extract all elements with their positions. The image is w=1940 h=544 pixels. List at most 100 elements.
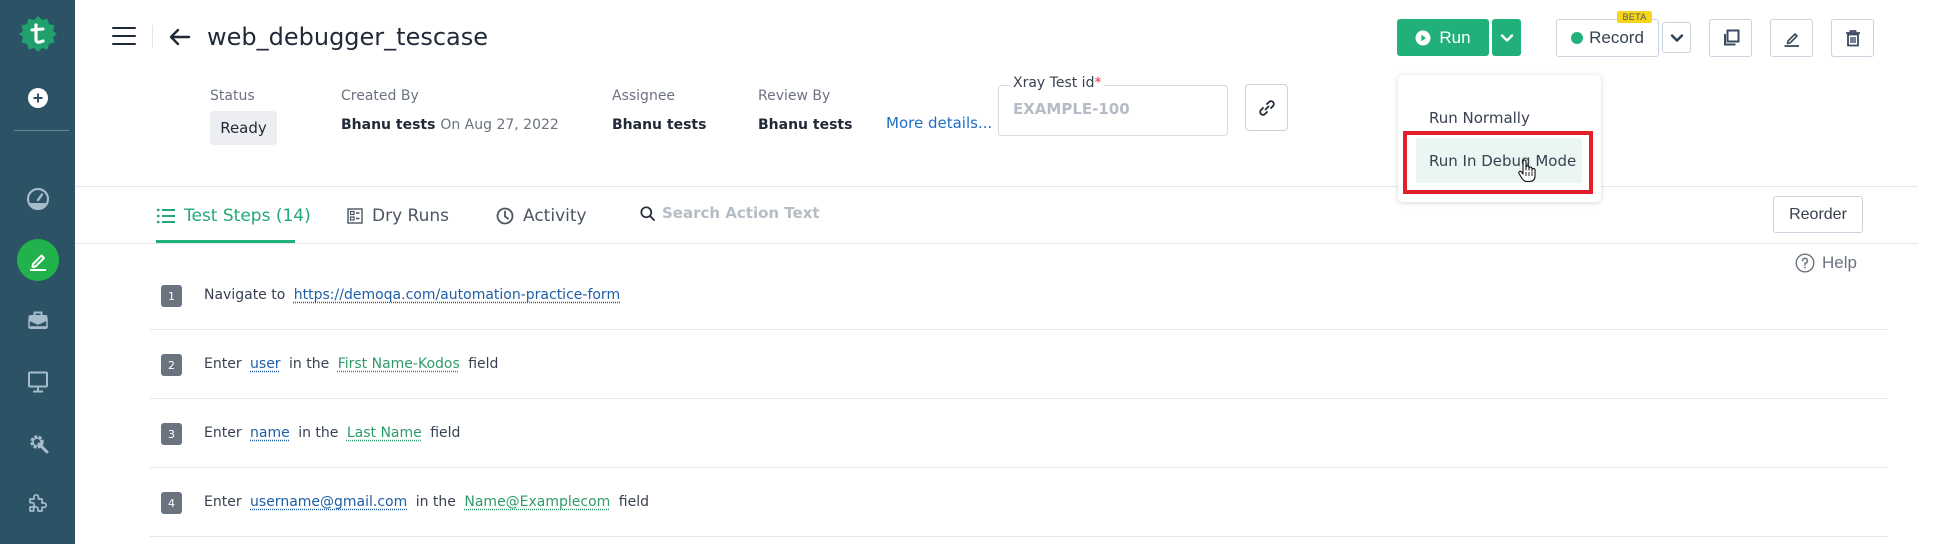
tab-test-steps[interactable]: Test Steps (14) [157, 203, 311, 229]
clock-icon [496, 207, 514, 225]
step-text: Enter user in the First Name-Kodos field [204, 356, 498, 372]
created-by-value: Bhanu tests On Aug 27, 2022 [341, 117, 559, 133]
step-test-data[interactable]: username@gmail.com [250, 494, 407, 510]
step-number: 4 [161, 492, 182, 514]
run-button[interactable]: Run [1397, 19, 1489, 56]
edit-button[interactable] [1770, 19, 1813, 57]
step-test-data[interactable]: name [250, 425, 290, 441]
created-on-date: On Aug 27, 2022 [440, 117, 559, 133]
review-by-label: Review By [758, 88, 831, 104]
copy-button[interactable] [1709, 19, 1752, 57]
step-action-text: Enter [204, 494, 242, 510]
run-options-menu: Run Normally Run In Debug Mode [1398, 75, 1601, 202]
step-action-text: in the [415, 494, 456, 510]
run-options-dropdown-button[interactable] [1492, 19, 1521, 56]
test-step-row[interactable]: 3 Enter name in the Last Name field [150, 398, 1888, 468]
review-by-value: Bhanu tests [758, 117, 853, 133]
step-text: Enter username@gmail.com in the Name@Exa… [204, 494, 649, 510]
step-action-text: Navigate to [204, 287, 286, 303]
tab-activity[interactable]: Activity [496, 203, 587, 229]
created-by-label: Created By [341, 88, 419, 104]
header-separator [152, 25, 153, 48]
sidebar-item-settings[interactable] [0, 431, 75, 455]
step-test-data[interactable]: user [250, 356, 281, 372]
sidebar-item-test-management[interactable] [0, 308, 75, 332]
chevron-down-icon [1670, 33, 1683, 42]
xray-test-id-input[interactable] [1013, 100, 1213, 118]
xray-test-id-field [998, 85, 1228, 136]
xray-test-id-label: Xray Test id* [1010, 75, 1105, 91]
xray-label-text: Xray Test id [1013, 75, 1095, 91]
test-step-row[interactable]: 2 Enter user in the First Name-Kodos fie… [150, 329, 1888, 399]
sidebar-item-devices[interactable] [0, 370, 75, 394]
tab-dry-runs[interactable]: Dry Runs [347, 203, 449, 229]
step-action-text: in the [289, 356, 330, 372]
tab-label: Activity [523, 206, 587, 226]
link-xray-button[interactable] [1245, 84, 1288, 131]
more-details-link[interactable]: More details... [886, 114, 992, 132]
monitor-icon [27, 371, 48, 393]
sidebar-item-dashboard[interactable] [0, 187, 75, 211]
trash-icon [1845, 30, 1860, 47]
gauge-icon [26, 187, 49, 211]
link-icon [1258, 99, 1275, 116]
hamburger-line [112, 35, 136, 37]
assignee-label: Assignee [612, 88, 676, 104]
header-divider [75, 186, 1918, 187]
tab-label: Dry Runs [372, 206, 449, 226]
step-element[interactable]: First Name-Kodos [338, 356, 460, 372]
created-by-name: Bhanu tests [341, 117, 436, 133]
step-url-link[interactable]: https://demoqa.com/automation-practice-f… [294, 287, 620, 303]
required-asterisk: * [1094, 75, 1102, 91]
status-label: Status [210, 88, 255, 104]
active-indicator [16, 239, 59, 281]
sidebar-item-test-development[interactable] [0, 239, 75, 281]
step-number: 1 [161, 285, 182, 307]
record-button-label: Record [1589, 28, 1644, 47]
list-icon [157, 208, 175, 224]
sidebar-item-add[interactable] [0, 87, 75, 109]
play-circle-icon [1415, 30, 1431, 45]
testsigma-logo-icon [18, 16, 57, 52]
puzzle-icon [28, 493, 47, 512]
step-text: Navigate to https://demoqa.com/automatio… [204, 287, 620, 303]
chevron-down-icon [1500, 33, 1513, 42]
sidebar-item-addons[interactable] [0, 491, 75, 515]
step-number: 3 [161, 423, 182, 445]
step-text: Enter name in the Last Name field [204, 425, 460, 441]
sidebar [0, 0, 75, 544]
test-step-row[interactable]: 4 Enter username@gmail.com in the Name@E… [150, 467, 1888, 537]
step-action-text: field [618, 494, 649, 510]
dry-runs-icon [347, 208, 363, 224]
step-action-text: field [430, 425, 461, 441]
menu-toggle-button[interactable] [112, 27, 136, 45]
sidebar-divider [14, 130, 69, 131]
record-options-dropdown-button[interactable] [1662, 22, 1691, 53]
record-button[interactable]: Record [1556, 19, 1659, 57]
reorder-button[interactable]: Reorder [1773, 196, 1863, 233]
step-element[interactable]: Last Name [347, 425, 422, 441]
menu-item-run-normally[interactable]: Run Normally [1416, 95, 1582, 140]
pencil-icon [1784, 33, 1799, 47]
search-action-text [640, 204, 862, 222]
hamburger-line [112, 43, 136, 45]
delete-button[interactable] [1831, 19, 1874, 57]
row-divider [150, 536, 1888, 537]
status-badge: Ready [210, 111, 277, 145]
search-icon [640, 205, 655, 221]
beta-badge: BETA [1617, 11, 1652, 23]
record-dot-icon [1571, 32, 1584, 44]
step-element[interactable]: Name@Examplecom [464, 494, 610, 510]
search-input[interactable] [662, 204, 862, 222]
back-button[interactable] [168, 27, 192, 47]
active-tab-indicator [156, 240, 295, 243]
arrow-left-icon [169, 28, 191, 46]
sidebar-logo[interactable] [0, 14, 75, 54]
plus-circle-icon [27, 88, 48, 108]
gear-wrench-icon [29, 435, 48, 454]
menu-item-run-in-debug-mode[interactable]: Run In Debug Mode [1416, 138, 1582, 183]
tab-label: Test Steps (14) [184, 206, 311, 226]
hamburger-line [112, 27, 136, 29]
page-title: web_debugger_tescase [207, 23, 489, 51]
test-step-row[interactable]: 1 Navigate to https://demoqa.com/automat… [150, 260, 1888, 330]
